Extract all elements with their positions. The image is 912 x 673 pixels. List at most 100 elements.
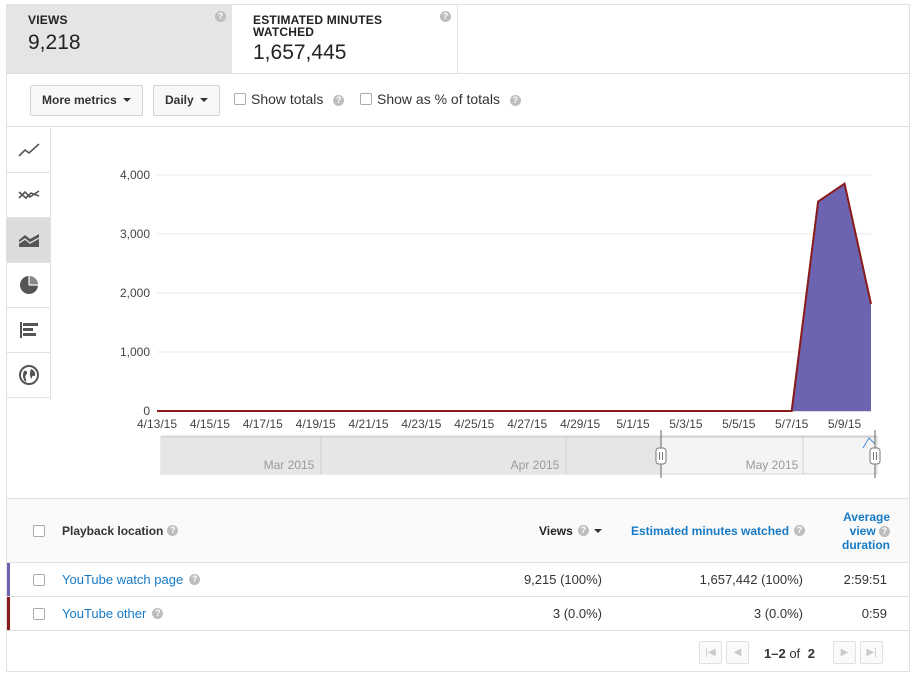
granularity-label: Daily — [165, 93, 194, 107]
x-tick-label: 5/5/15 — [722, 417, 756, 431]
line-chart-icon[interactable] — [7, 128, 50, 173]
sort-desc-icon — [593, 528, 602, 533]
globe-map-icon[interactable] — [7, 353, 50, 398]
column-header-label: Playback location — [62, 523, 164, 538]
table-header: Playback location? Views? Estimated minu… — [7, 499, 909, 563]
navigator-month-label: Apr 2015 — [511, 458, 560, 472]
playback-location-table: Playback location? Views? Estimated minu… — [7, 498, 909, 631]
area-chart: 0 1,000 2,000 3,000 4,000 4/13/15 4/15/15 4/17/… — [120, 168, 881, 478]
row-label-link[interactable]: YouTube other — [62, 606, 146, 621]
y-tick-label: 0 — [143, 404, 150, 418]
page-range-value: 1–2 — [764, 646, 786, 661]
y-tick-label: 4,000 — [120, 168, 150, 182]
prev-page-icon[interactable]: ◀ — [726, 641, 749, 664]
row-checkbox[interactable] — [33, 573, 45, 586]
row-checkbox-cell — [33, 563, 45, 596]
column-header-minutes[interactable]: Estimated minutes watched? — [631, 499, 806, 562]
first-page-icon[interactable]: |◀ — [699, 641, 722, 664]
last-page-icon[interactable]: ▶| — [860, 641, 883, 664]
metric-label: VIEWS — [28, 13, 68, 27]
x-tick-label: 4/29/15 — [560, 417, 600, 431]
pie-chart-icon[interactable] — [7, 263, 50, 308]
navigator-right-handle[interactable] — [869, 447, 881, 465]
x-tick-label: 5/1/15 — [616, 417, 650, 431]
row-label-cell: YouTube other? — [62, 597, 164, 630]
row-views: 3 (0.0%) — [552, 606, 602, 621]
y-tick-label: 2,000 — [120, 286, 150, 300]
column-header-label: duration — [842, 537, 890, 552]
column-header-location: Playback location? — [62, 499, 179, 562]
row-color-indicator — [7, 563, 10, 596]
page-of-label: of — [789, 646, 801, 661]
select-all-cell — [33, 499, 45, 562]
metric-label: ESTIMATED MINUTES WATCHED — [253, 13, 383, 39]
show-totals-checkbox[interactable] — [234, 93, 246, 105]
show-percent-label: Show as % of totals — [377, 91, 500, 107]
navigator-month-label: Mar 2015 — [264, 458, 315, 472]
help-icon[interactable]: ? — [333, 94, 345, 106]
navigator-left-handle[interactable] — [655, 447, 667, 465]
column-header-label: view — [849, 523, 876, 538]
next-page-icon[interactable]: ▶ — [833, 641, 856, 664]
metric-tabs: VIEWS 9,218 ? ESTIMATED MINUTES WATCHED … — [7, 5, 909, 74]
x-tick-label: 4/19/15 — [296, 417, 336, 431]
more-metrics-button[interactable]: More metrics — [30, 85, 143, 116]
show-totals-label: Show totals — [251, 91, 324, 107]
chart-type-selector — [7, 128, 51, 400]
x-tick-label: 4/25/15 — [454, 417, 494, 431]
chart-area: 0 1,000 2,000 3,000 4,000 4/13/15 4/15/15 4/17/… — [51, 128, 909, 498]
bar-chart-icon[interactable] — [7, 308, 50, 353]
column-header-views[interactable]: Views? — [539, 499, 602, 562]
page-range: 1–2 of 2 — [764, 646, 815, 661]
row-minutes: 1,657,442 (100%) — [699, 572, 803, 587]
stacked-area-chart-icon[interactable] — [7, 218, 50, 263]
row-checkbox[interactable] — [33, 607, 45, 620]
column-header-label: Average — [843, 509, 890, 524]
column-header-avg-duration[interactable]: Average view ? duration — [812, 499, 890, 562]
metric-value: 1,657,445 — [253, 41, 347, 64]
help-icon[interactable]: ? — [440, 11, 451, 22]
help-icon[interactable]: ? — [152, 608, 164, 619]
help-icon[interactable]: ? — [879, 525, 890, 537]
show-percent-checkbox[interactable] — [360, 93, 372, 105]
column-header-label: Estimated minutes watched — [631, 523, 790, 538]
more-metrics-label: More metrics — [42, 93, 117, 107]
x-tick-label: 4/27/15 — [507, 417, 547, 431]
y-tick-label: 3,000 — [120, 227, 150, 241]
x-tick-label: 5/9/15 — [828, 417, 862, 431]
help-icon[interactable]: ? — [189, 574, 201, 585]
row-checkbox-cell — [33, 597, 45, 630]
x-tick-label: 4/13/15 — [137, 417, 177, 431]
x-tick-label: 4/21/15 — [349, 417, 389, 431]
granularity-dropdown[interactable]: Daily — [153, 85, 220, 116]
row-duration: 0:59 — [861, 606, 887, 621]
help-icon[interactable]: ? — [215, 11, 226, 22]
table-row: YouTube other? 3 (0.0%) 3 (0.0%) 0:59 — [7, 597, 909, 631]
select-all-checkbox[interactable] — [33, 524, 45, 537]
metric-value: 9,218 — [28, 31, 81, 54]
show-totals-option[interactable]: Show totals ? — [234, 91, 345, 107]
row-label-link[interactable]: YouTube watch page — [62, 572, 183, 587]
show-percent-option[interactable]: Show as % of totals ? — [360, 91, 521, 107]
help-icon[interactable]: ? — [577, 525, 589, 536]
pagination: |◀ ◀ 1–2 of 2 ▶ ▶| — [7, 634, 909, 672]
x-tick-label: 4/23/15 — [401, 417, 441, 431]
row-color-indicator — [7, 597, 10, 630]
x-tick-label: 5/7/15 — [775, 417, 809, 431]
navigator-unselected-range — [161, 436, 661, 474]
help-icon[interactable]: ? — [509, 94, 521, 106]
help-icon[interactable]: ? — [167, 525, 179, 536]
page-total: 2 — [807, 646, 816, 661]
table-row: YouTube watch page? 9,215 (100%) 1,657,4… — [7, 563, 909, 597]
chart-toolbar: More metrics Daily Show totals ? Show as… — [7, 74, 909, 127]
metric-tab-minutes-watched[interactable]: ESTIMATED MINUTES WATCHED 1,657,445 ? — [232, 5, 458, 73]
series-area-watch-page — [157, 183, 871, 411]
metric-tab-views[interactable]: VIEWS 9,218 ? — [7, 5, 232, 73]
chevron-down-icon — [122, 97, 131, 102]
multi-line-chart-icon[interactable] — [7, 173, 50, 218]
series-line-other — [157, 182, 872, 412]
row-label-cell: YouTube watch page? — [62, 563, 201, 596]
row-duration: 2:59:51 — [843, 572, 887, 587]
help-icon[interactable]: ? — [794, 525, 806, 536]
row-minutes: 3 (0.0%) — [753, 606, 803, 621]
